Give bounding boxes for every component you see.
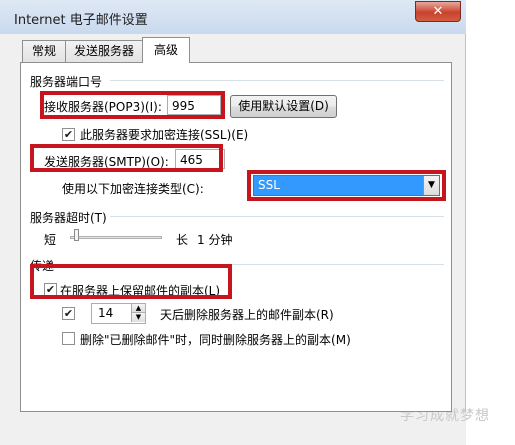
ports-group-divider	[110, 80, 444, 81]
timeout-group-label: 服务器超时(T)	[30, 211, 107, 225]
timeout-slider-thumb[interactable]	[74, 229, 79, 241]
remove-after-checkbox[interactable]: ✔	[62, 307, 75, 320]
timeout-value: 1 分钟	[197, 233, 233, 247]
highlight-outgoing-server	[30, 144, 223, 172]
highlight-encryption-type	[247, 170, 446, 201]
ssl-checkbox[interactable]: ✔	[62, 128, 75, 141]
encryption-type-label: 使用以下加密连接类型(C):	[62, 182, 204, 196]
close-button[interactable]: ✕	[415, 1, 461, 22]
ports-group-label: 服务器端口号	[30, 75, 103, 89]
spin-up-icon[interactable]: ▲	[131, 304, 145, 313]
remove-deleted-checkbox[interactable]	[62, 332, 75, 345]
use-default-button[interactable]: 使用默认设置(D)	[230, 95, 337, 118]
tab-advanced[interactable]: 高级	[142, 37, 190, 63]
highlight-incoming-server	[40, 91, 225, 119]
window-title: Internet 电子邮件设置	[14, 13, 148, 28]
days-value: 14	[98, 306, 114, 320]
tab-outgoing-server[interactable]: 发送服务器	[65, 40, 143, 62]
timeout-short-label: 短	[44, 233, 57, 247]
ssl-checkbox-label: 此服务器要求加密连接(SSL)(E)	[80, 128, 249, 142]
days-stepper[interactable]: 14 ▲ ▼	[91, 303, 146, 324]
remove-after-label: 天后删除服务器上的邮件副本(R)	[160, 308, 334, 322]
spin-down-icon[interactable]: ▼	[131, 313, 145, 322]
timeout-slider-track[interactable]	[70, 236, 162, 239]
tab-general[interactable]: 常规	[22, 40, 66, 62]
highlight-keep-copy	[30, 264, 232, 299]
timeout-group-divider	[110, 216, 444, 217]
timeout-long-label: 长	[176, 233, 189, 247]
close-icon: ✕	[432, 4, 444, 19]
remove-deleted-label: 删除"已删除邮件"时，同时删除服务器上的副本(M)	[80, 333, 351, 347]
dialog-footer	[0, 412, 466, 445]
outer-background	[466, 0, 515, 445]
